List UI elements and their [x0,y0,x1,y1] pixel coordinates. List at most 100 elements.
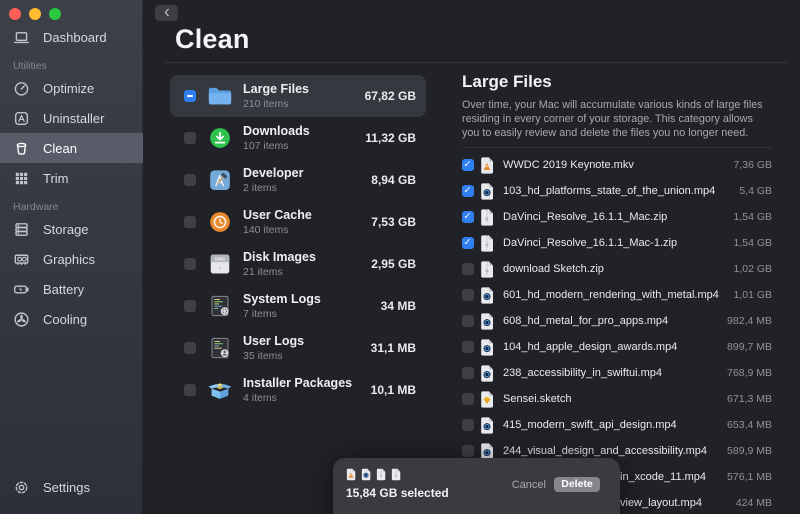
sidebar-item-label: Battery [43,281,85,297]
close-window-button[interactable] [9,8,21,20]
file-size: 589,9 MB [727,445,772,457]
file-name: 608_hd_metal_for_pro_apps.mp4 [503,315,669,327]
category-count: 21 items [243,265,283,278]
file-checkbox[interactable] [462,315,474,327]
file-checkbox[interactable] [462,393,474,405]
category-row-downloads[interactable]: Downloads 107 items 11,32 GB [170,117,426,159]
file-checkbox[interactable] [462,341,474,353]
file-size: 653,4 MB [727,419,772,431]
category-size: 10,1 MB [370,383,416,397]
file-checkbox[interactable] [462,289,474,301]
category-size: 7,53 GB [371,215,416,229]
mkv-file-icon [346,468,356,481]
sidebar-item-label: Optimize [43,80,95,96]
category-checkbox[interactable] [184,342,196,354]
zip-file-icon [480,208,494,226]
sidebar-item-uninstaller[interactable]: Uninstaller [0,103,143,133]
file-row[interactable]: 608_hd_metal_for_pro_apps.mp4 982,4 MB [462,308,772,334]
zip-file-icon [480,234,494,252]
category-checkbox[interactable] [184,132,196,144]
sidebar-section-label: Utilities [13,60,47,72]
bucket-icon [13,140,30,157]
gauge-icon [13,80,30,97]
sidebar-item-battery[interactable]: Battery [0,274,143,304]
file-checkbox[interactable] [462,419,474,431]
file-size: 7,36 GB [733,159,772,171]
zip-file-icon [391,468,401,481]
file-checkbox[interactable] [462,445,474,457]
category-row-user-logs[interactable]: User Logs 35 items 31,1 MB [170,327,426,369]
back-button[interactable] [155,5,178,21]
sidebar-item-trim[interactable]: Trim [0,163,143,193]
category-count: 7 items [243,307,277,320]
minimize-window-button[interactable] [29,8,41,20]
category-checkbox[interactable] [184,300,196,312]
file-size: 1,02 GB [733,263,772,275]
file-row[interactable]: WWDC 2019 Keynote.mkv 7,36 GB [462,152,772,178]
detail-description: Over time, your Mac will accumulate vari… [462,99,763,139]
category-size: 2,95 GB [371,257,416,271]
category-checkbox[interactable] [184,258,196,270]
category-text: User Cache 140 items [243,208,312,235]
category-row-user-cache[interactable]: User Cache 140 items 7,53 GB [170,201,426,243]
sidebar-nav: Dashboard Utilities Optimize Uninstaller Cle… [0,22,143,334]
file-checkbox[interactable] [462,237,474,249]
xcode-icon [207,168,233,192]
cancel-button[interactable]: Cancel [512,479,546,491]
sidebar-item-clean[interactable]: Clean [0,133,143,163]
mp4-file-icon [480,364,494,382]
file-checkbox[interactable] [462,185,474,197]
category-row-installer-packages[interactable]: Installer Packages 4 items 10,1 MB [170,369,426,411]
delete-button[interactable]: Delete [554,477,600,492]
category-row-system-logs[interactable]: System Logs 7 items 34 MB [170,285,426,327]
sidebar-item-graphics[interactable]: Graphics [0,244,143,274]
app-window: Dashboard Utilities Optimize Uninstaller Cle… [0,0,800,514]
sidebar-item-optimize[interactable]: Optimize [0,73,143,103]
file-name: DaVinci_Resolve_16.1.1_Mac.zip [503,211,668,223]
chevron-left-icon [162,6,172,21]
file-checkbox[interactable] [462,263,474,275]
sidebar-item-label: Cooling [43,311,88,327]
sidebar-item-storage[interactable]: Storage [0,214,143,244]
file-row[interactable]: Sensei.sketch 671,3 MB [462,386,772,412]
zoom-window-button[interactable] [49,8,61,20]
file-row[interactable]: 415_modern_swift_api_design.mp4 653,4 MB [462,412,772,438]
sidebar-item-cooling[interactable]: Cooling [0,304,143,334]
window-controls [9,8,61,20]
file-row[interactable]: 104_hd_apple_design_awards.mp4 899,7 MB [462,334,772,360]
category-checkbox[interactable] [184,384,196,396]
file-row[interactable]: DaVinci_Resolve_16.1.1_Mac-1.zip 1,54 GB [462,230,772,256]
category-name: Installer Packages [243,376,353,391]
file-name: 104_hd_apple_design_awards.mp4 [503,341,678,353]
sidebar-item-settings[interactable]: Settings [0,472,143,502]
category-size: 8,94 GB [371,173,416,187]
gpu-icon [13,251,30,268]
sidebar-item-dashboard[interactable]: Dashboard [0,22,143,52]
file-name: DaVinci_Resolve_16.1.1_Mac-1.zip [503,237,678,249]
file-row[interactable]: 238_accessibility_in_swiftui.mp4 768,9 MB [462,360,772,386]
file-row[interactable]: DaVinci_Resolve_16.1.1_Mac.zip 1,54 GB [462,204,772,230]
detail-panel: Large Files Over time, your Mac will acc… [462,72,772,514]
category-text: Large Files 210 items [243,82,309,109]
file-size: 671,3 MB [727,393,772,405]
category-name: User Logs [243,334,305,349]
file-name: 244_visual_design_and_accessibility.mp4 [503,445,708,457]
file-checkbox[interactable] [462,211,474,223]
category-row-large-files[interactable]: Large Files 210 items 67,82 GB [170,75,426,117]
detail-title: Large Files [462,72,552,91]
category-checkbox[interactable] [184,174,196,186]
category-row-disk-images[interactable]: DMG Disk Images 21 items 2,95 GB [170,243,426,285]
sidebar-item-label: Graphics [43,251,96,267]
category-checkbox[interactable] [184,216,196,228]
file-checkbox[interactable] [462,367,474,379]
file-checkbox[interactable] [462,159,474,171]
category-text: Developer 2 items [243,166,303,193]
clock-icon [207,210,233,234]
file-row[interactable]: 601_hd_modern_rendering_with_metal.mp4 1,… [462,282,772,308]
category-row-developer[interactable]: Developer 2 items 8,94 GB [170,159,426,201]
file-row[interactable]: download Sketch.zip 1,02 GB [462,256,772,282]
file-name: 601_hd_modern_rendering_with_metal.mp4 [503,289,719,301]
zip-file-icon [376,468,386,481]
file-row[interactable]: 103_hd_platforms_state_of_the_union.mp4 5… [462,178,772,204]
category-checkbox[interactable] [184,90,196,102]
